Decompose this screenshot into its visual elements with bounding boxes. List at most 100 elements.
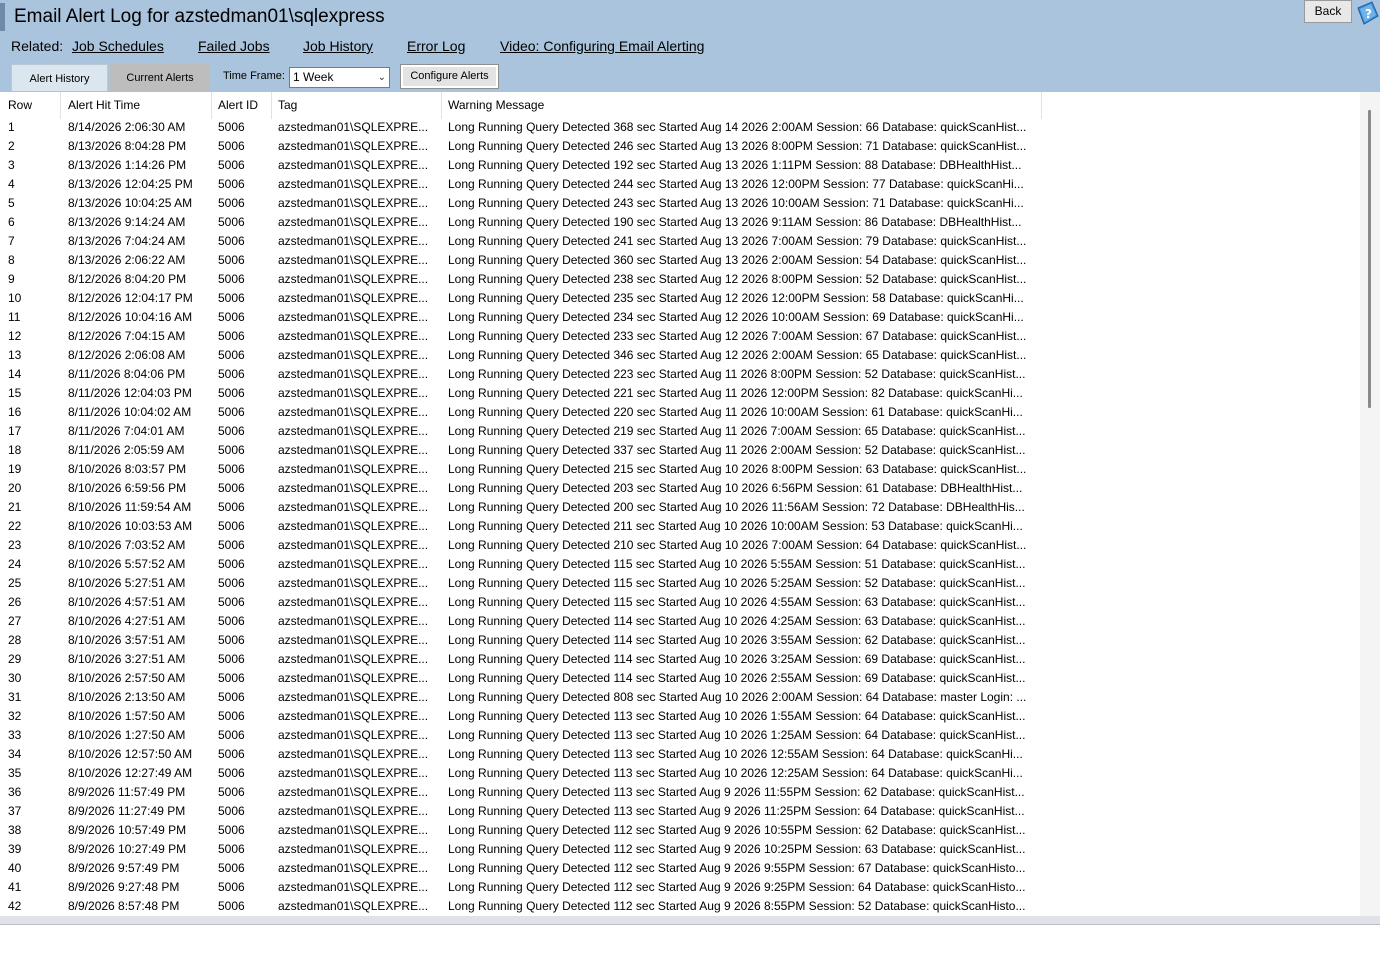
tab-current-alerts[interactable]: Current Alerts [110, 64, 210, 91]
table-row[interactable]: 3 8/13/2026 1:14:26 PM 5006 azstedman01\SQL… [0, 158, 1360, 177]
table-row[interactable]: 29 8/10/2026 3:27:51 AM 5006 azstedman01\SQ… [0, 652, 1360, 671]
alert-hit-time-cell: 8/11/2026 2:05:59 AM [68, 443, 185, 457]
table-row[interactable]: 19 8/10/2026 8:03:57 PM 5006 azstedman01\SQ… [0, 462, 1360, 481]
table-row[interactable]: 24 8/10/2026 5:57:52 AM 5006 azstedman01\SQ… [0, 557, 1360, 576]
link-video-configuring-email-alerting[interactable]: Video: Configuring Email Alerting [500, 38, 704, 54]
tag-cell: azstedman01\SQLEXPRE... [278, 709, 429, 723]
table-row[interactable]: 14 8/11/2026 8:04:06 PM 5006 azstedman01\SQ… [0, 367, 1360, 386]
table-row[interactable]: 21 8/10/2026 11:59:54 AM 5006 azstedman01\S… [0, 500, 1360, 519]
column-header-warning-message[interactable]: Warning Message [448, 98, 544, 112]
column-divider[interactable] [60, 92, 61, 119]
row-number-cell: 20 [8, 481, 22, 495]
warning-message-cell: Long Running Query Detected 113 sec Star… [448, 804, 1025, 818]
table-row[interactable]: 18 8/11/2026 2:05:59 AM 5006 azstedman01\SQ… [0, 443, 1360, 462]
table-row[interactable]: 22 8/10/2026 10:03:53 AM 5006 azstedman01\S… [0, 519, 1360, 538]
table-row[interactable]: 40 8/9/2026 9:57:49 PM 5006 azstedman01\SQL… [0, 861, 1360, 880]
table-row[interactable]: 20 8/10/2026 6:59:56 PM 5006 azstedman01\SQ… [0, 481, 1360, 500]
table-row[interactable]: 27 8/10/2026 4:27:51 AM 5006 azstedman01\SQ… [0, 614, 1360, 633]
link-error-log[interactable]: Error Log [407, 38, 465, 54]
link-job-history[interactable]: Job History [303, 38, 373, 54]
table-row[interactable]: 7 8/13/2026 7:04:24 AM 5006 azstedman01\SQL… [0, 234, 1360, 253]
table-row[interactable]: 8 8/13/2026 2:06:22 AM 5006 azstedman01\SQL… [0, 253, 1360, 272]
warning-message-cell: Long Running Query Detected 112 sec Star… [448, 842, 1026, 856]
tag-cell: azstedman01\SQLEXPRE... [278, 462, 429, 476]
row-number-cell: 13 [8, 348, 22, 362]
table-row[interactable]: 23 8/10/2026 7:03:52 AM 5006 azstedman01\SQ… [0, 538, 1360, 557]
column-header-alert-hit-time[interactable]: Alert Hit Time [68, 98, 140, 112]
horizontal-scrollbar[interactable] [0, 916, 1380, 925]
page-title: Email Alert Log for azstedman01\sqlexpre… [14, 6, 385, 27]
tag-cell: azstedman01\SQLEXPRE... [278, 785, 429, 799]
table-row[interactable]: 17 8/11/2026 7:04:01 AM 5006 azstedman01\SQ… [0, 424, 1360, 443]
warning-message-cell: Long Running Query Detected 114 sec Star… [448, 652, 1026, 666]
chevron-down-icon: ⌄ [377, 72, 386, 83]
table-row[interactable]: 2 8/13/2026 8:04:28 PM 5006 azstedman01\SQL… [0, 139, 1360, 158]
tag-cell: azstedman01\SQLEXPRE... [278, 823, 429, 837]
warning-message-cell: Long Running Query Detected 203 sec Star… [448, 481, 1023, 495]
row-number-cell: 18 [8, 443, 22, 457]
column-header-row[interactable]: Row [8, 98, 32, 112]
table-row[interactable]: 10 8/12/2026 12:04:17 PM 5006 azstedman01\S… [0, 291, 1360, 310]
column-header-tag[interactable]: Tag [278, 98, 297, 112]
table-row[interactable]: 25 8/10/2026 5:27:51 AM 5006 azstedman01\SQ… [0, 576, 1360, 595]
warning-message-cell: Long Running Query Detected 235 sec Star… [448, 291, 1024, 305]
table-row[interactable]: 33 8/10/2026 1:27:50 AM 5006 azstedman01\SQ… [0, 728, 1360, 747]
warning-message-cell: Long Running Query Detected 246 sec Star… [448, 139, 1027, 153]
alert-grid[interactable]: Row Alert Hit Time Alert ID Tag Warning … [0, 92, 1380, 916]
table-row[interactable]: 11 8/12/2026 10:04:16 AM 5006 azstedman01\S… [0, 310, 1360, 329]
back-button[interactable]: Back [1304, 0, 1352, 23]
table-row[interactable]: 41 8/9/2026 9:27:48 PM 5006 azstedman01\SQL… [0, 880, 1360, 899]
alert-id-cell: 5006 [218, 310, 245, 324]
link-failed-jobs[interactable]: Failed Jobs [198, 38, 270, 54]
alert-id-cell: 5006 [218, 690, 245, 704]
table-row[interactable]: 1 8/14/2026 2:06:30 AM 5006 azstedman01\SQL… [0, 120, 1360, 139]
table-row[interactable]: 13 8/12/2026 2:06:08 AM 5006 azstedman01\SQ… [0, 348, 1360, 367]
table-row[interactable]: 26 8/10/2026 4:57:51 AM 5006 azstedman01\SQ… [0, 595, 1360, 614]
configure-alerts-button[interactable]: Configure Alerts [400, 64, 499, 89]
help-icon[interactable]: ? [1354, 0, 1380, 26]
table-row[interactable]: 36 8/9/2026 11:57:49 PM 5006 azstedman01\SQ… [0, 785, 1360, 804]
table-row[interactable]: 42 8/9/2026 8:57:48 PM 5006 azstedman01\SQL… [0, 899, 1360, 916]
column-header-alert-id[interactable]: Alert ID [218, 98, 258, 112]
table-row[interactable]: 34 8/10/2026 12:57:50 AM 5006 azstedman01\S… [0, 747, 1360, 766]
row-number-cell: 3 [8, 158, 15, 172]
table-row[interactable]: 4 8/13/2026 12:04:25 PM 5006 azstedman01\SQ… [0, 177, 1360, 196]
table-row[interactable]: 28 8/10/2026 3:57:51 AM 5006 azstedman01\SQ… [0, 633, 1360, 652]
scrollbar-thumb[interactable] [1368, 110, 1371, 408]
table-row[interactable]: 16 8/11/2026 10:04:02 AM 5006 azstedman01\S… [0, 405, 1360, 424]
table-row[interactable]: 6 8/13/2026 9:14:24 AM 5006 azstedman01\SQL… [0, 215, 1360, 234]
tag-cell: azstedman01\SQLEXPRE... [278, 500, 429, 514]
row-number-cell: 30 [8, 671, 22, 685]
warning-message-cell: Long Running Query Detected 808 sec Star… [448, 690, 1027, 704]
alert-id-cell: 5006 [218, 462, 245, 476]
link-job-schedules[interactable]: Job Schedules [72, 38, 164, 54]
row-number-cell: 41 [8, 880, 22, 894]
column-divider[interactable] [271, 92, 272, 119]
column-divider[interactable] [1041, 92, 1042, 119]
table-row[interactable]: 31 8/10/2026 2:13:50 AM 5006 azstedman01\SQ… [0, 690, 1360, 709]
table-row[interactable]: 38 8/9/2026 10:57:49 PM 5006 azstedman01\SQ… [0, 823, 1360, 842]
tag-cell: azstedman01\SQLEXPRE... [278, 329, 429, 343]
tag-cell: azstedman01\SQLEXPRE... [278, 519, 429, 533]
tab-alert-history[interactable]: Alert History [11, 64, 108, 91]
table-row[interactable]: 9 8/12/2026 8:04:20 PM 5006 azstedman01\SQL… [0, 272, 1360, 291]
alert-hit-time-cell: 8/13/2026 12:04:25 PM [68, 177, 193, 191]
alert-hit-time-cell: 8/9/2026 10:27:49 PM [68, 842, 187, 856]
row-number-cell: 42 [8, 899, 22, 913]
table-row[interactable]: 35 8/10/2026 12:27:49 AM 5006 azstedman01\S… [0, 766, 1360, 785]
table-row[interactable]: 30 8/10/2026 2:57:50 AM 5006 azstedman01\SQ… [0, 671, 1360, 690]
column-divider[interactable] [211, 92, 212, 119]
warning-message-cell: Long Running Query Detected 115 sec Star… [448, 576, 1026, 590]
timeframe-select[interactable]: 1 Week ⌄ [289, 67, 390, 88]
tag-cell: azstedman01\SQLEXPRE... [278, 804, 429, 818]
table-row[interactable]: 37 8/9/2026 11:27:49 PM 5006 azstedman01\SQ… [0, 804, 1360, 823]
table-row[interactable]: 15 8/11/2026 12:04:03 PM 5006 azstedman01\S… [0, 386, 1360, 405]
table-row[interactable]: 39 8/9/2026 10:27:49 PM 5006 azstedman01\SQ… [0, 842, 1360, 861]
column-divider[interactable] [441, 92, 442, 119]
table-row[interactable]: 32 8/10/2026 1:57:50 AM 5006 azstedman01\SQ… [0, 709, 1360, 728]
table-row[interactable]: 5 8/13/2026 10:04:25 AM 5006 azstedman01\SQ… [0, 196, 1360, 215]
vertical-scrollbar[interactable] [1360, 92, 1380, 916]
row-number-cell: 11 [8, 310, 21, 324]
alert-hit-time-cell: 8/11/2026 10:04:02 AM [68, 405, 192, 419]
table-row[interactable]: 12 8/12/2026 7:04:15 AM 5006 azstedman01\SQ… [0, 329, 1360, 348]
